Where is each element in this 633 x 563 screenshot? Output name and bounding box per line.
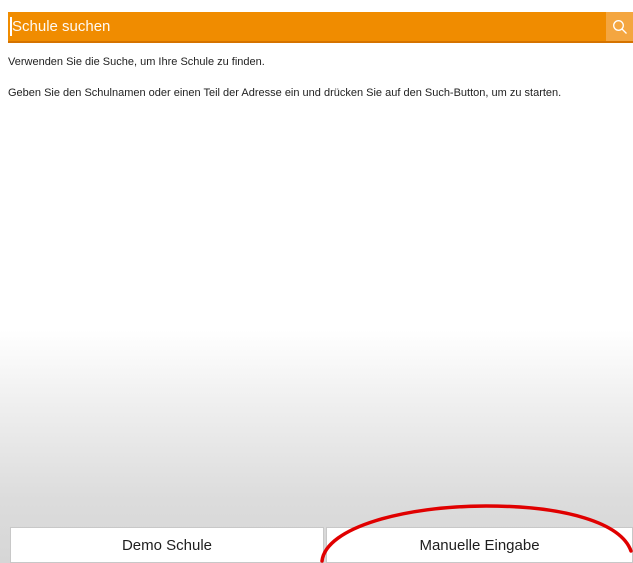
instruction-text-2: Geben Sie den Schulnamen oder einen Teil… (8, 87, 562, 99)
search-button[interactable] (606, 12, 633, 41)
bottom-button-bar: Demo Schule Manuelle Eingabe (10, 527, 633, 563)
manual-entry-button[interactable]: Manuelle Eingabe (326, 527, 633, 563)
instruction-text-1: Verwenden Sie die Suche, um Ihre Schule … (8, 56, 265, 68)
search-input[interactable] (8, 12, 608, 41)
text-cursor (10, 17, 12, 36)
search-bar (8, 12, 633, 43)
search-icon (612, 19, 627, 34)
demo-school-button[interactable]: Demo Schule (10, 527, 324, 563)
